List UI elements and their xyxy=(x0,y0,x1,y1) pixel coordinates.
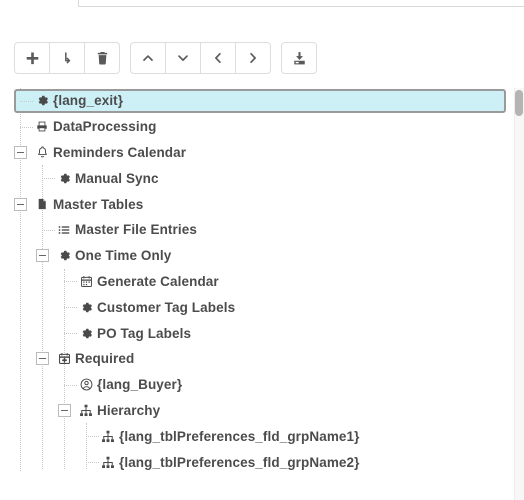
download-icon xyxy=(292,51,307,66)
gear-icon xyxy=(56,248,72,264)
tree-elbow-connector xyxy=(42,229,55,231)
calendar-icon xyxy=(78,273,94,289)
tree-expander-toggle[interactable] xyxy=(14,197,27,211)
trash-icon xyxy=(95,51,110,66)
tree-expander-toggle[interactable] xyxy=(36,249,49,263)
tree-node-row[interactable]: Manual Sync xyxy=(0,165,512,191)
tree-expander-toggle[interactable] xyxy=(14,145,27,159)
tree-view: {lang_exit} DataProcessing Reminders Calen… xyxy=(0,88,512,475)
tree-node-label: Manual Sync xyxy=(75,170,159,186)
tree-node-label: {lang_exit} xyxy=(53,93,124,109)
move-group xyxy=(130,42,271,74)
sitemap-icon xyxy=(100,454,116,470)
tree-node-row[interactable]: Generate Calendar xyxy=(0,269,512,295)
tree-node-label: Master Tables xyxy=(53,196,144,212)
tree-node-row[interactable]: Master File Entries xyxy=(0,217,512,243)
sitemap-icon xyxy=(100,428,116,444)
tree-panel: {lang_exit} DataProcessing Reminders Calen… xyxy=(0,88,524,500)
list-icon xyxy=(56,222,72,238)
tree-node-row[interactable]: One Time Only xyxy=(0,243,512,269)
plus-icon xyxy=(25,51,40,66)
chevron-right-button[interactable] xyxy=(235,42,271,74)
calendar-plus-icon xyxy=(56,351,72,367)
tree-elbow-connector xyxy=(86,462,99,464)
tree-elbow-connector xyxy=(20,126,33,128)
tree-node-label: Required xyxy=(75,351,135,367)
chevron-down-icon xyxy=(176,51,190,65)
tree-node-row[interactable]: {lang_exit} xyxy=(0,88,512,114)
chevron-left-icon xyxy=(211,51,225,65)
trash-button[interactable] xyxy=(84,42,120,74)
level-down-button[interactable] xyxy=(49,42,85,74)
tree-node-row[interactable]: {lang_tblPreferences_fld_grpName2} xyxy=(0,449,512,475)
vertical-scrollbar[interactable] xyxy=(514,88,524,500)
tree-toolbar xyxy=(14,42,327,74)
tree-node-label: Reminders Calendar xyxy=(53,144,187,160)
tree-elbow-connector xyxy=(86,436,99,438)
tree-elbow-connector xyxy=(64,281,77,283)
chevron-right-icon xyxy=(246,51,260,65)
tree-node-row[interactable]: Reminders Calendar xyxy=(0,140,512,166)
gear-icon xyxy=(34,93,50,109)
plus-button[interactable] xyxy=(14,42,50,74)
tree-node-label: Hierarchy xyxy=(97,402,161,418)
tree-node-row[interactable]: DataProcessing xyxy=(0,114,512,140)
chevron-left-button[interactable] xyxy=(200,42,236,74)
chevron-down-button[interactable] xyxy=(165,42,201,74)
gear-icon xyxy=(56,170,72,186)
tree-elbow-connector xyxy=(64,384,77,386)
tree-node-row[interactable]: {lang_tblPreferences_fld_grpName1} xyxy=(0,423,512,449)
download-button[interactable] xyxy=(281,42,317,74)
vertical-scrollbar-thumb[interactable] xyxy=(515,90,523,116)
tree-node-label: One Time Only xyxy=(75,248,172,264)
tree-expander-toggle[interactable] xyxy=(58,403,71,417)
edit-group xyxy=(14,42,120,74)
tree-node-row[interactable]: Hierarchy xyxy=(0,398,512,424)
panel-top-edge xyxy=(78,0,524,7)
tree-node-row[interactable]: Required xyxy=(0,346,512,372)
tree-node-row[interactable]: Master Tables xyxy=(0,191,512,217)
tree-node-label: Customer Tag Labels xyxy=(97,299,236,315)
printer-icon xyxy=(34,119,50,135)
tree-node-label: {lang_tblPreferences_fld_grpName1} xyxy=(119,428,360,444)
tree-node-label: {lang_tblPreferences_fld_grpName2} xyxy=(119,454,360,470)
tree-node-row[interactable]: {lang_Buyer} xyxy=(0,372,512,398)
tree-node-label: PO Tag Labels xyxy=(97,325,192,341)
tree-elbow-connector xyxy=(42,178,55,180)
user-circle-icon xyxy=(78,377,94,393)
tree-elbow-connector xyxy=(64,333,77,335)
tree-node-row[interactable]: PO Tag Labels xyxy=(0,320,512,346)
gear-icon xyxy=(78,299,94,315)
tree-node-row[interactable]: Customer Tag Labels xyxy=(0,294,512,320)
tree-expander-toggle[interactable] xyxy=(36,352,49,366)
tree-node-label: Master File Entries xyxy=(75,222,197,238)
sitemap-icon xyxy=(78,402,94,418)
chevron-up-button[interactable] xyxy=(130,42,166,74)
tree-elbow-connector xyxy=(64,307,77,309)
tree-node-label: Generate Calendar xyxy=(97,273,219,289)
file-icon xyxy=(34,196,50,212)
bell-icon xyxy=(34,144,50,160)
chevron-up-icon xyxy=(141,51,155,65)
gear-icon xyxy=(78,325,94,341)
level-down-icon xyxy=(60,51,75,66)
tree-node-label: {lang_Buyer} xyxy=(97,377,183,393)
tree-node-label: DataProcessing xyxy=(53,119,157,135)
export-group xyxy=(281,42,317,74)
